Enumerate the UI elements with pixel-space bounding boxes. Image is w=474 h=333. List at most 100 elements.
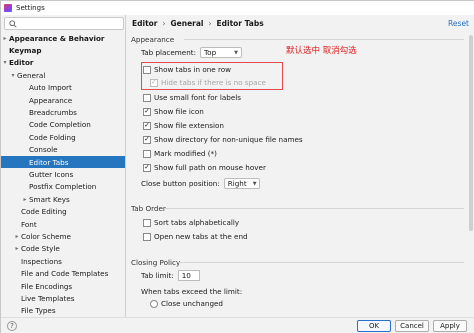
sidebar-item-appearance[interactable]: Appearance bbox=[1, 94, 125, 106]
sidebar-item-editor-tabs[interactable]: Editor Tabs bbox=[1, 156, 125, 169]
use-small-font-checkbox[interactable]: Use small font for labels bbox=[143, 93, 241, 102]
sidebar-item-label: File Types bbox=[21, 306, 56, 316]
checkbox-box[interactable] bbox=[143, 65, 151, 74]
exceed-limit-label: When tabs exceed the limit: bbox=[141, 287, 242, 296]
checkbox-box[interactable]: ✓ bbox=[150, 78, 158, 87]
close-button-position-label: Close button position: bbox=[141, 179, 220, 188]
sidebar-item-code-folding[interactable]: Code Folding bbox=[1, 131, 125, 143]
sidebar-item-file-and-code-templates[interactable]: File and Code Templates bbox=[1, 268, 125, 280]
sidebar-item-breadcrumbs[interactable]: Breadcrumbs bbox=[1, 106, 125, 118]
breadcrumb-item: Editor bbox=[132, 19, 158, 28]
mark-modified-checkbox[interactable]: Mark modified (*) bbox=[143, 149, 217, 158]
dialog-footer: ? OK Cancel Apply bbox=[1, 317, 474, 333]
radio-button[interactable] bbox=[150, 299, 158, 308]
chevron-right-icon: ▸ bbox=[15, 245, 19, 253]
section-divider bbox=[164, 208, 464, 209]
hide-tabs-no-space-checkbox[interactable]: ✓ Hide tabs if there is no space bbox=[150, 78, 266, 87]
close-unchanged-radio[interactable]: Close unchanged bbox=[150, 299, 223, 308]
checkbox-box[interactable] bbox=[143, 93, 151, 102]
close-button-position-row: Close button position: Right ▼ bbox=[141, 178, 260, 189]
show-tabs-one-row-checkbox[interactable]: Show tabs in one row bbox=[143, 65, 231, 74]
tab-placement-select[interactable]: Top ▼ bbox=[200, 47, 243, 58]
settings-window: Settings ▸ Appearance & Behavior Keymap … bbox=[0, 0, 474, 333]
checkbox-label: Open new tabs at the end bbox=[154, 232, 248, 241]
radio-label: Close unchanged bbox=[161, 299, 223, 308]
content-scrollbar[interactable] bbox=[469, 35, 473, 231]
checkbox-label: Show file extension bbox=[154, 121, 224, 130]
breadcrumb-separator: › bbox=[162, 19, 166, 28]
show-full-path-checkbox[interactable]: ✓ Show full path on mouse hover bbox=[143, 163, 266, 172]
sidebar-item-console[interactable]: Console bbox=[1, 144, 125, 156]
section-title-appearance: Appearance bbox=[131, 35, 175, 44]
exceed-limit-text: When tabs exceed the limit: bbox=[141, 287, 243, 296]
sidebar-item-code-completion[interactable]: Code Completion bbox=[1, 119, 125, 131]
show-file-icon-checkbox[interactable]: ✓ Show file icon bbox=[143, 107, 204, 116]
chevron-down-icon: ▾ bbox=[3, 59, 7, 67]
checkbox-box[interactable] bbox=[143, 149, 151, 158]
open-new-tabs-at-end-checkbox[interactable]: Open new tabs at the end bbox=[143, 232, 248, 241]
checkbox-box[interactable]: ✓ bbox=[143, 107, 151, 116]
breadcrumb: Editor › General › Editor Tabs bbox=[132, 19, 264, 28]
sidebar-item-label: Inspections bbox=[21, 256, 62, 266]
sidebar-item-code-editing[interactable]: Code Editing bbox=[1, 206, 125, 218]
tab-placement-label: Tab placement: bbox=[141, 48, 197, 57]
sidebar-item-auto-import[interactable]: Auto Import bbox=[1, 82, 125, 94]
sidebar-item-postfix-completion[interactable]: Postfix Completion bbox=[1, 181, 125, 193]
settings-search-input[interactable] bbox=[4, 17, 124, 30]
sidebar-item-gutter-icons[interactable]: Gutter Icons bbox=[1, 168, 125, 180]
checkbox-box[interactable] bbox=[143, 218, 151, 227]
sidebar-item-label: Code Style bbox=[21, 244, 60, 254]
tab-placement-row: Tab placement: Top ▼ bbox=[141, 47, 243, 58]
chevron-right-icon: ▸ bbox=[15, 233, 19, 241]
sidebar-item-file-types[interactable]: File Types bbox=[1, 305, 125, 317]
section-divider bbox=[184, 39, 464, 40]
checkbox-label: Show directory for non-unique file names bbox=[154, 135, 303, 144]
breadcrumb-item: General bbox=[170, 19, 204, 28]
checkbox-box[interactable]: ✓ bbox=[143, 121, 151, 130]
window-title: Settings bbox=[16, 4, 45, 12]
sidebar-item-smart-keys[interactable]: ▸ Smart Keys bbox=[1, 193, 125, 205]
cancel-button[interactable]: Cancel bbox=[395, 320, 429, 332]
sidebar-item-general[interactable]: ▾ General bbox=[1, 69, 125, 81]
checkbox-label: Hide tabs if there is no space bbox=[161, 78, 266, 87]
tab-limit-label: Tab limit: bbox=[141, 271, 174, 280]
sidebar-item-label: Appearance & Behavior bbox=[9, 33, 105, 43]
annotation-text: 默认选中 取消勾选 bbox=[286, 46, 357, 56]
sidebar-item-color-scheme[interactable]: ▸ Color Scheme bbox=[1, 230, 125, 242]
sidebar-item-label: General bbox=[17, 70, 46, 80]
sidebar-item-inspections[interactable]: Inspections bbox=[1, 255, 125, 267]
sidebar-item-label: Auto Import bbox=[29, 83, 72, 93]
checkbox-label: Use small font for labels bbox=[154, 93, 242, 102]
checkbox-box[interactable] bbox=[143, 232, 151, 241]
help-icon[interactable]: ? bbox=[7, 321, 17, 331]
section-divider bbox=[178, 262, 464, 263]
ok-button[interactable]: OK bbox=[357, 320, 391, 332]
checkbox-box[interactable]: ✓ bbox=[143, 135, 151, 144]
sidebar-item-label: Code Folding bbox=[29, 132, 76, 142]
checkbox-label: Show file icon bbox=[154, 107, 204, 116]
sort-tabs-alphabetically-checkbox[interactable]: Sort tabs alphabetically bbox=[143, 218, 239, 227]
close-button-position-select[interactable]: Right ▼ bbox=[223, 178, 260, 189]
reset-link[interactable]: Reset bbox=[448, 19, 469, 28]
sidebar-item-label: Editor bbox=[9, 58, 34, 68]
breadcrumb-separator: › bbox=[208, 19, 212, 28]
apply-button[interactable]: Apply bbox=[433, 320, 467, 332]
checkbox-box[interactable]: ✓ bbox=[143, 163, 151, 172]
sidebar-item-label: Smart Keys bbox=[29, 194, 70, 204]
title-bar: Settings bbox=[1, 1, 474, 15]
checkbox-label: Mark modified (*) bbox=[154, 149, 217, 158]
sidebar-item-label: Postfix Completion bbox=[29, 182, 97, 192]
sidebar-item-appearance-behavior[interactable]: ▸ Appearance & Behavior bbox=[1, 32, 125, 44]
sidebar-item-font[interactable]: Font bbox=[1, 218, 125, 230]
sidebar-item-keymap[interactable]: Keymap bbox=[1, 44, 125, 56]
sidebar-item-file-encodings[interactable]: File Encodings bbox=[1, 280, 125, 292]
tab-limit-input[interactable]: 10 bbox=[177, 270, 200, 281]
sidebar-item-label: Console bbox=[29, 145, 58, 155]
sidebar-item-label: File Encodings bbox=[21, 281, 73, 291]
show-file-extension-checkbox[interactable]: ✓ Show file extension bbox=[143, 121, 224, 130]
show-directory-checkbox[interactable]: ✓ Show directory for non-unique file nam… bbox=[143, 135, 303, 144]
sidebar-item-label: Live Templates bbox=[21, 294, 75, 304]
sidebar-item-code-style[interactable]: ▸ Code Style bbox=[1, 243, 125, 255]
sidebar-item-live-templates[interactable]: Live Templates bbox=[1, 292, 125, 304]
sidebar-item-editor[interactable]: ▾ Editor bbox=[1, 57, 125, 69]
